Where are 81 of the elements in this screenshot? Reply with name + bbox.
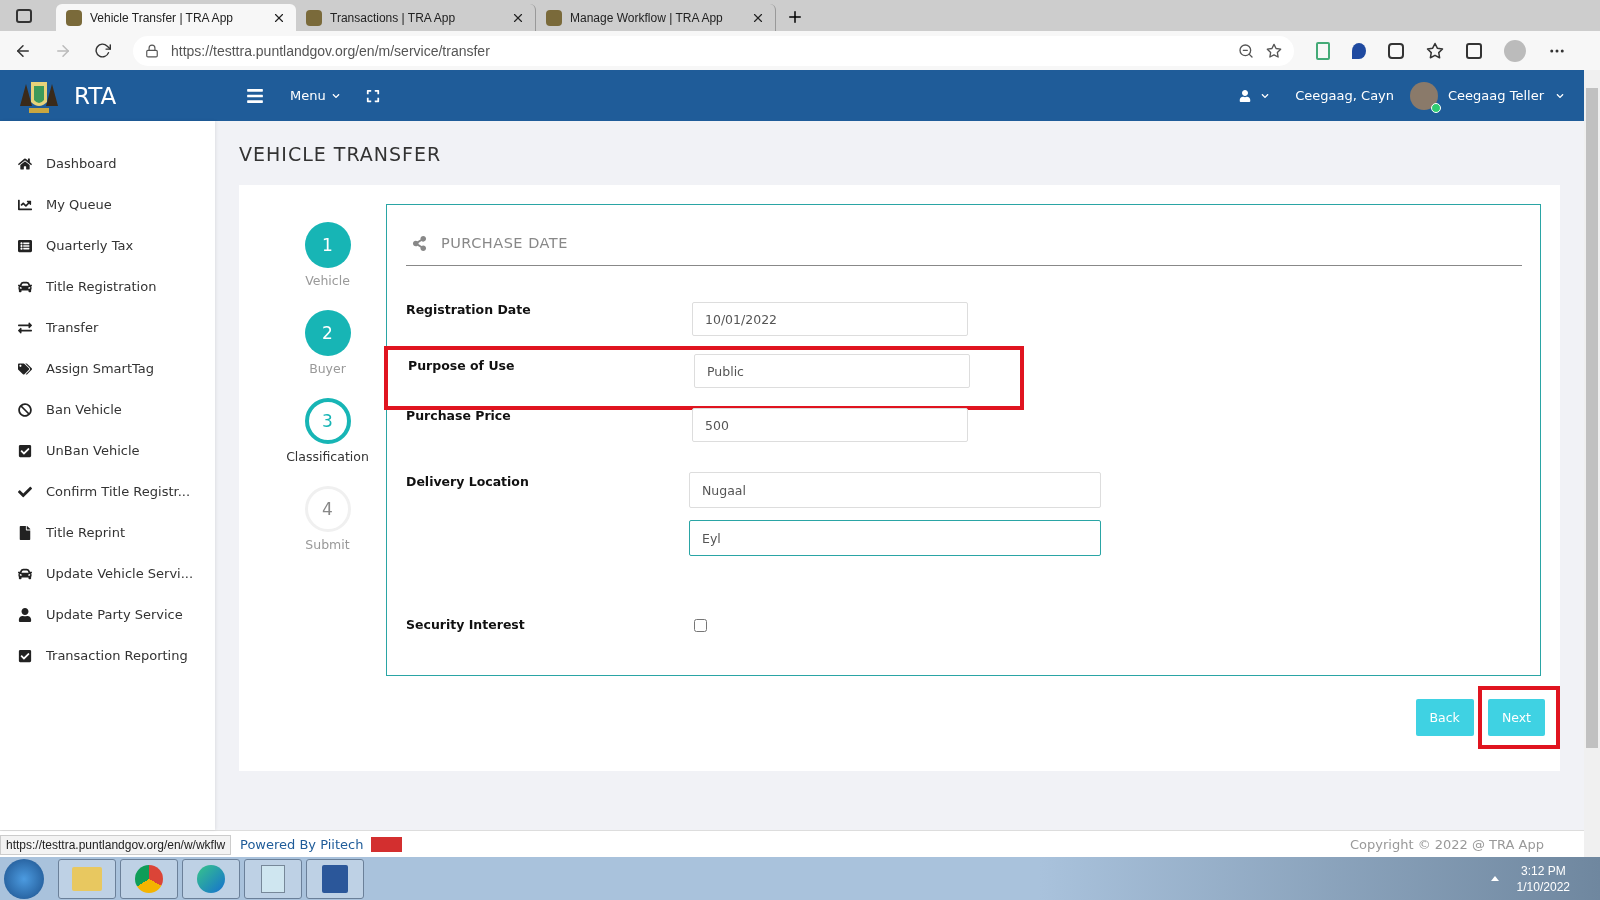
file-icon — [18, 525, 32, 540]
step-label: Vehicle — [305, 273, 350, 288]
sidebar-item[interactable]: Ban Vehicle — [0, 389, 215, 430]
brand-name: RTA — [74, 82, 117, 109]
chevron-icon[interactable] — [1261, 91, 1270, 100]
input-field[interactable]: 500 — [692, 408, 968, 442]
user-role-dropdown[interactable]: Ceegaag Teller — [1448, 88, 1564, 103]
sidebar-item[interactable]: Title Registration — [0, 266, 215, 307]
user-name[interactable]: Ceegaag, Cayn — [1295, 88, 1395, 103]
fullscreen-icon[interactable] — [365, 88, 380, 103]
checkbox[interactable] — [694, 619, 707, 632]
step-circle[interactable]: 4 — [304, 486, 351, 532]
sidebar-toggle-icon[interactable] — [16, 9, 32, 23]
reload-icon[interactable] — [94, 42, 111, 59]
powered-by-text: Powered By Piitech — [240, 836, 403, 852]
browser-icon — [197, 864, 225, 893]
sidebar-item[interactable]: Confirm Title Registr... — [0, 471, 215, 512]
taskbar-button[interactable] — [182, 858, 240, 899]
browser-tab[interactable]: Vehicle Transfer | TRA App — [56, 4, 296, 31]
taskbar-button[interactable] — [244, 858, 302, 899]
section-title: PURCHASE DATE — [441, 235, 568, 251]
sidebar-item[interactable]: Transaction Reporting — [0, 635, 215, 676]
sidebar-item[interactable]: Assign SmartTag — [0, 348, 215, 389]
exchange-icon — [18, 320, 32, 335]
sidebar-item[interactable]: My Queue — [0, 184, 215, 225]
step-label: Classification — [286, 449, 369, 464]
car-icon — [18, 279, 32, 294]
sidebar-item[interactable]: UnBan Vehicle — [0, 430, 215, 471]
input-field[interactable]: 10/01/2022 — [692, 302, 968, 336]
page-title: VEHICLE TRANSFER — [239, 143, 443, 165]
scrollbar[interactable] — [1584, 70, 1600, 857]
tray-arrow-icon[interactable] — [1490, 876, 1499, 881]
field-label: Purpose of Use — [408, 358, 516, 373]
chevron-icon — [1556, 91, 1564, 100]
field-label: Registration Date — [406, 302, 532, 317]
list-icon — [18, 238, 32, 253]
home-icon — [18, 156, 32, 171]
avatar[interactable] — [1410, 81, 1439, 110]
car-icon — [18, 566, 32, 581]
field-label: Purchase Price — [406, 408, 512, 423]
taskbar-button[interactable] — [306, 858, 364, 899]
input-field[interactable]: Public — [694, 354, 970, 388]
status-url: https://testtra.puntlandgov.org/en/w/wkflw — [0, 835, 232, 855]
favorites-icon[interactable] — [1426, 41, 1444, 60]
sidebar-item[interactable]: Update Party Service — [0, 594, 215, 635]
copyright-text: Copyright © 2022 @ TRA App — [1350, 836, 1544, 852]
notepad-icon — [261, 864, 285, 893]
input-field[interactable]: Nugaal — [689, 472, 1101, 508]
folder-icon — [72, 866, 102, 891]
menu-icon[interactable] — [246, 86, 264, 105]
chevron-icon — [331, 91, 340, 100]
checkbox-icon — [18, 443, 32, 458]
chart-line-icon — [18, 197, 32, 212]
zoom-out-icon[interactable] — [1238, 42, 1254, 59]
new-tab-icon[interactable] — [786, 8, 804, 26]
step-label: Buyer — [309, 361, 346, 376]
address-bar[interactable]: https://testtra.puntlandgov.org/en/m/service/transfer — [133, 35, 1294, 66]
browser-icon — [135, 864, 163, 893]
sidebar-item[interactable]: Dashboard — [0, 143, 215, 184]
favorite-icon[interactable] — [1266, 42, 1282, 59]
checkbox-icon — [18, 648, 32, 663]
taskbar-button[interactable] — [120, 858, 178, 899]
company-logo — [371, 836, 403, 852]
user-icon — [18, 607, 32, 622]
tags-icon — [18, 361, 32, 376]
ban-icon — [18, 402, 32, 417]
field-label: Delivery Location — [406, 474, 530, 489]
taskbar-button[interactable] — [58, 858, 116, 899]
start-button[interactable] — [4, 858, 44, 899]
menu-dropdown[interactable]: Menu — [290, 88, 340, 103]
sidebar-item[interactable]: Transfer — [0, 307, 215, 348]
field-label: Security Interest — [406, 617, 526, 632]
sidebar-item[interactable]: Title Reprint — [0, 512, 215, 553]
sidebar-item[interactable]: Quarterly Tax — [0, 225, 215, 266]
sidebar-item[interactable]: Update Vehicle Servi... — [0, 553, 215, 594]
user-icon[interactable] — [1239, 89, 1252, 102]
share-icon — [412, 235, 427, 251]
lock-icon — [145, 43, 159, 58]
step-label: Submit — [305, 537, 350, 552]
check-icon — [18, 484, 32, 499]
input-field[interactable]: Eyl — [689, 520, 1101, 556]
